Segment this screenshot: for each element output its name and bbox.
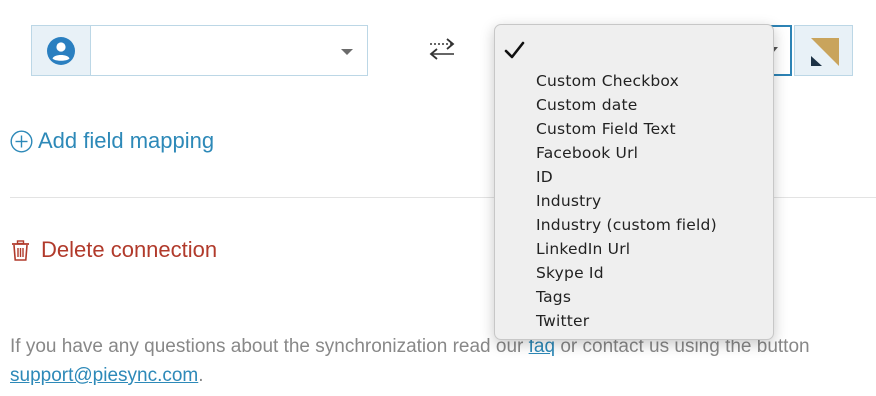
menu-option[interactable]: Custom date [495, 93, 773, 117]
menu-option[interactable]: LinkedIn Url [495, 237, 773, 261]
menu-option[interactable]: Tags [495, 285, 773, 309]
menu-option[interactable]: Skype Id [495, 261, 773, 285]
swap-arrows-icon [426, 36, 458, 62]
menu-option[interactable]: Facebook Url [495, 141, 773, 165]
checkmark-icon [504, 41, 525, 59]
add-field-mapping-link[interactable]: Add field mapping [10, 124, 214, 158]
delete-connection-label: Delete connection [41, 237, 218, 262]
chevron-down-icon [341, 49, 353, 55]
target-app-logo-box [794, 25, 853, 76]
help-text-end: . [198, 365, 204, 386]
field-options-menu: Custom Checkbox Custom date Custom Field… [494, 24, 774, 340]
source-app-icon-box [32, 26, 91, 75]
menu-options-list: Custom Checkbox Custom date Custom Field… [495, 69, 773, 333]
add-field-mapping-label: Add field mapping [38, 128, 215, 153]
menu-option[interactable]: Custom Checkbox [495, 69, 773, 93]
trash-icon [12, 239, 29, 261]
user-circle-icon [47, 36, 75, 65]
empty-option-selected[interactable] [503, 39, 533, 61]
support-email-link[interactable]: support@piesync.com [10, 365, 198, 386]
menu-option[interactable]: ID [495, 165, 773, 189]
menu-option[interactable]: Twitter [495, 309, 773, 333]
menu-option[interactable]: Industry [495, 189, 773, 213]
help-text-before: If you have any questions about the sync… [10, 336, 529, 357]
plus-circle-icon [10, 129, 33, 153]
menu-option[interactable]: Custom Field Text [495, 117, 773, 141]
delete-connection-link[interactable]: Delete connection [11, 234, 217, 266]
menu-option[interactable]: Industry (custom field) [495, 213, 773, 237]
help-text: If you have any questions about the sync… [10, 332, 876, 390]
app-logo-icon [811, 38, 839, 66]
source-field-select[interactable] [31, 25, 368, 76]
